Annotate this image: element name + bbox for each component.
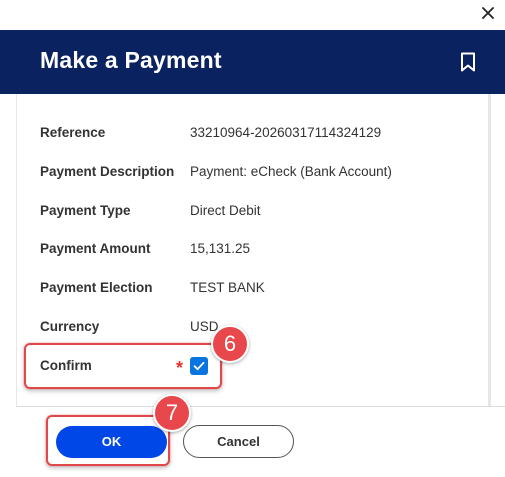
step-badge-6: 6 [211, 325, 249, 363]
confirm-highlight [24, 343, 222, 389]
close-button[interactable] [479, 4, 497, 22]
dialog-header: Make a Payment [0, 30, 505, 94]
field-label: Payment Amount [40, 241, 151, 256]
make-payment-dialog: Make a Payment Reference 33210964-202603… [0, 0, 505, 477]
field-value: Direct Debit [190, 203, 261, 218]
ok-highlight [46, 415, 170, 466]
footer-divider [16, 406, 505, 407]
field-value: 15,131.25 [190, 241, 251, 256]
field-label: Reference [40, 125, 106, 140]
field-value: 33210964-20260317114324129 [190, 125, 382, 140]
step-badge-7: 7 [153, 394, 191, 432]
cancel-button[interactable]: Cancel [183, 425, 294, 458]
field-label: Currency [40, 319, 100, 334]
bookmark-icon [461, 52, 475, 72]
field-label: Payment Description [40, 164, 175, 179]
field-value: Payment: eCheck (Bank Account) [190, 164, 392, 179]
field-value: TEST BANK [190, 280, 265, 295]
bookmark-button[interactable] [460, 52, 476, 72]
field-label: Payment Type [40, 203, 131, 218]
field-label: Payment Election [40, 280, 153, 295]
scrollbar[interactable] [488, 94, 491, 406]
close-icon [482, 7, 494, 19]
dialog-title: Make a Payment [40, 47, 222, 73]
